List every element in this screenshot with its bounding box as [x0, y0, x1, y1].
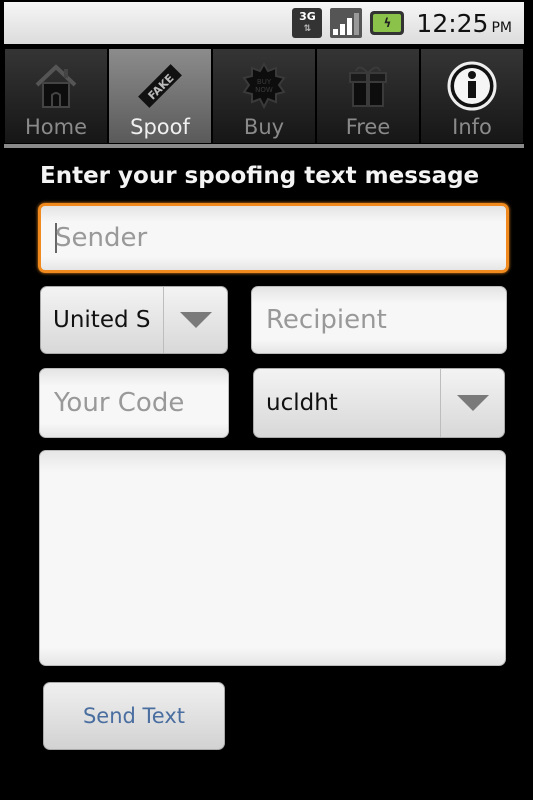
- message-textarea[interactable]: [39, 450, 506, 666]
- tab-buy-label: Buy: [243, 115, 285, 139]
- tab-bar: Home FAKE Spoof BUY NOW Buy Free Info: [4, 48, 524, 144]
- recipient-input[interactable]: Recipient: [251, 286, 507, 354]
- network-type-label: 3G: [299, 10, 316, 23]
- clock: 12:25 PM: [416, 9, 512, 38]
- clock-ampm: PM: [491, 19, 512, 36]
- svg-text:NOW: NOW: [255, 86, 273, 94]
- tab-spoof[interactable]: FAKE Spoof: [108, 48, 212, 144]
- house-icon: [29, 59, 83, 113]
- chevron-down-icon: [456, 395, 489, 411]
- status-bar: 3G ⇅ ϟ 12:25 PM: [4, 2, 524, 44]
- country-select-value: United S: [53, 307, 151, 333]
- recipient-placeholder: Recipient: [266, 305, 387, 335]
- sender-input[interactable]: Sender: [38, 203, 509, 273]
- send-text-label: Send Text: [82, 704, 186, 728]
- buy-now-badge-icon: BUY NOW: [237, 59, 291, 113]
- fake-stamp-icon: FAKE: [133, 59, 187, 113]
- country-select[interactable]: United S: [40, 286, 228, 354]
- tab-free[interactable]: Free: [316, 48, 420, 144]
- your-code-placeholder: Your Code: [54, 388, 185, 418]
- svg-text:BUY: BUY: [257, 78, 272, 86]
- tab-spoof-label: Spoof: [130, 115, 190, 139]
- tab-buy[interactable]: BUY NOW Buy: [212, 48, 316, 144]
- code-select-value: ucldht: [266, 390, 338, 416]
- tab-info[interactable]: Info: [420, 48, 524, 144]
- code-select-arrow[interactable]: [440, 369, 504, 437]
- form-heading: Enter your spoofing text message: [40, 163, 480, 189]
- gift-icon: [341, 59, 395, 113]
- network-3g-icon: 3G ⇅: [292, 8, 323, 38]
- code-select[interactable]: ucldht: [253, 368, 505, 438]
- tab-bar-divider: [4, 144, 524, 148]
- chevron-down-icon: [179, 312, 212, 328]
- your-code-input[interactable]: Your Code: [39, 368, 229, 438]
- info-icon: [445, 59, 499, 113]
- send-text-button[interactable]: Send Text: [43, 682, 225, 750]
- tab-info-label: Info: [452, 115, 492, 139]
- sender-placeholder: Sender: [55, 223, 148, 253]
- signal-bars-icon: [330, 8, 363, 38]
- clock-time: 12:25: [416, 8, 489, 38]
- tab-free-label: Free: [345, 115, 391, 139]
- tab-home-label: Home: [24, 115, 87, 139]
- battery-charging-icon: ϟ: [370, 11, 405, 35]
- tab-home[interactable]: Home: [4, 48, 108, 144]
- country-select-arrow[interactable]: [163, 287, 227, 353]
